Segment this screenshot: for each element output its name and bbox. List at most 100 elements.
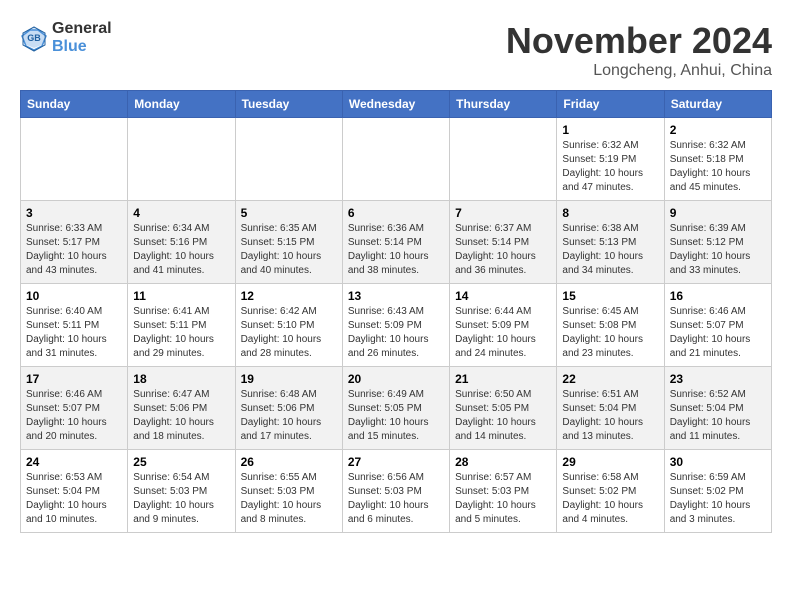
weekday-header-row: SundayMondayTuesdayWednesdayThursdayFrid… [21, 91, 772, 118]
weekday-header-thursday: Thursday [450, 91, 557, 118]
logo-text: General Blue [52, 20, 112, 56]
day-info: Sunrise: 6:38 AM Sunset: 5:13 PM Dayligh… [562, 222, 658, 278]
calendar-cell: 24 Sunrise: 6:53 AM Sunset: 5:04 PM Dayli… [21, 450, 128, 533]
day-info: Sunrise: 6:34 AM Sunset: 5:16 PM Dayligh… [133, 222, 229, 278]
day-number: 5 [241, 206, 337, 220]
day-number: 27 [348, 455, 444, 469]
calendar-cell: 26 Sunrise: 6:55 AM Sunset: 5:03 PM Dayli… [235, 450, 342, 533]
day-info: Sunrise: 6:49 AM Sunset: 5:05 PM Dayligh… [348, 388, 444, 444]
calendar-cell: 23 Sunrise: 6:52 AM Sunset: 5:04 PM Dayli… [664, 367, 771, 450]
calendar-week-row: 10Sunrise: 6:40 AM Sunset: 5:11 PM Dayli… [21, 284, 772, 367]
calendar-cell: 25 Sunrise: 6:54 AM Sunset: 5:03 PM Dayli… [128, 450, 235, 533]
day-info: Sunrise: 6:33 AM Sunset: 5:17 PM Dayligh… [26, 222, 122, 278]
title-block: November 2024 Longcheng, Anhui, China [506, 20, 772, 80]
day-info: Sunrise: 6:36 AM Sunset: 5:14 PM Dayligh… [348, 222, 444, 278]
day-info: Sunrise: 6:50 AM Sunset: 5:05 PM Dayligh… [455, 388, 551, 444]
day-number: 16 [670, 289, 766, 303]
day-number: 17 [26, 372, 122, 386]
day-number: 22 [562, 372, 658, 386]
day-number: 14 [455, 289, 551, 303]
day-info: Sunrise: 6:44 AM Sunset: 5:09 PM Dayligh… [455, 305, 551, 361]
page-header: GB General Blue November 2024 Longcheng,… [20, 20, 772, 80]
day-number: 11 [133, 289, 229, 303]
day-number: 2 [670, 123, 766, 137]
calendar-cell: 11 Sunrise: 6:41 AM Sunset: 5:11 PM Dayli… [128, 284, 235, 367]
day-info: Sunrise: 6:35 AM Sunset: 5:15 PM Dayligh… [241, 222, 337, 278]
calendar-cell: 4 Sunrise: 6:34 AM Sunset: 5:16 PM Daylig… [128, 201, 235, 284]
calendar-cell: 20 Sunrise: 6:49 AM Sunset: 5:05 PM Dayli… [342, 367, 449, 450]
day-info: Sunrise: 6:53 AM Sunset: 5:04 PM Dayligh… [26, 471, 122, 527]
calendar-cell: 13 Sunrise: 6:43 AM Sunset: 5:09 PM Dayli… [342, 284, 449, 367]
day-number: 8 [562, 206, 658, 220]
calendar-cell: 17 Sunrise: 6:46 AM Sunset: 5:07 PM Dayli… [21, 367, 128, 450]
day-number: 20 [348, 372, 444, 386]
calendar-cell: 28 Sunrise: 6:57 AM Sunset: 5:03 PM Dayli… [450, 450, 557, 533]
calendar-cell: 21Sunrise: 6:50 AM Sunset: 5:05 PM Dayli… [450, 367, 557, 450]
calendar-cell: 3 Sunrise: 6:33 AM Sunset: 5:17 PM Daylig… [21, 201, 128, 284]
day-info: Sunrise: 6:32 AM Sunset: 5:18 PM Dayligh… [670, 139, 766, 195]
day-number: 26 [241, 455, 337, 469]
logo: GB General Blue [20, 20, 112, 56]
day-number: 9 [670, 206, 766, 220]
day-info: Sunrise: 6:43 AM Sunset: 5:09 PM Dayligh… [348, 305, 444, 361]
day-info: Sunrise: 6:47 AM Sunset: 5:06 PM Dayligh… [133, 388, 229, 444]
weekday-header-sunday: Sunday [21, 91, 128, 118]
day-info: Sunrise: 6:39 AM Sunset: 5:12 PM Dayligh… [670, 222, 766, 278]
day-number: 24 [26, 455, 122, 469]
calendar-cell: 27Sunrise: 6:56 AM Sunset: 5:03 PM Dayli… [342, 450, 449, 533]
calendar-cell: 2 Sunrise: 6:32 AM Sunset: 5:18 PM Daylig… [664, 118, 771, 201]
calendar-cell: 5 Sunrise: 6:35 AM Sunset: 5:15 PM Daylig… [235, 201, 342, 284]
weekday-header-monday: Monday [128, 91, 235, 118]
weekday-header-saturday: Saturday [664, 91, 771, 118]
day-number: 10 [26, 289, 122, 303]
day-info: Sunrise: 6:32 AM Sunset: 5:19 PM Dayligh… [562, 139, 658, 195]
weekday-header-wednesday: Wednesday [342, 91, 449, 118]
calendar-cell: 12Sunrise: 6:42 AM Sunset: 5:10 PM Dayli… [235, 284, 342, 367]
day-info: Sunrise: 6:58 AM Sunset: 5:02 PM Dayligh… [562, 471, 658, 527]
calendar-cell: 19 Sunrise: 6:48 AM Sunset: 5:06 PM Dayli… [235, 367, 342, 450]
calendar-cell [342, 118, 449, 201]
day-number: 3 [26, 206, 122, 220]
calendar-cell [450, 118, 557, 201]
calendar-cell: 29 Sunrise: 6:58 AM Sunset: 5:02 PM Dayli… [557, 450, 664, 533]
calendar-cell [235, 118, 342, 201]
day-number: 29 [562, 455, 658, 469]
day-info: Sunrise: 6:55 AM Sunset: 5:03 PM Dayligh… [241, 471, 337, 527]
calendar-cell: 22 Sunrise: 6:51 AM Sunset: 5:04 PM Dayli… [557, 367, 664, 450]
calendar-cell: 10Sunrise: 6:40 AM Sunset: 5:11 PM Dayli… [21, 284, 128, 367]
day-number: 28 [455, 455, 551, 469]
day-number: 1 [562, 123, 658, 137]
day-number: 4 [133, 206, 229, 220]
calendar-table: SundayMondayTuesdayWednesdayThursdayFrid… [20, 90, 772, 533]
calendar-cell: 6Sunrise: 6:36 AM Sunset: 5:14 PM Daylig… [342, 201, 449, 284]
day-number: 30 [670, 455, 766, 469]
day-number: 12 [241, 289, 337, 303]
svg-text:GB: GB [27, 33, 41, 43]
day-number: 18 [133, 372, 229, 386]
day-number: 13 [348, 289, 444, 303]
calendar-week-row: 24 Sunrise: 6:53 AM Sunset: 5:04 PM Dayli… [21, 450, 772, 533]
calendar-cell [128, 118, 235, 201]
calendar-cell [21, 118, 128, 201]
day-info: Sunrise: 6:52 AM Sunset: 5:04 PM Dayligh… [670, 388, 766, 444]
calendar-cell: 8 Sunrise: 6:38 AM Sunset: 5:13 PM Daylig… [557, 201, 664, 284]
day-info: Sunrise: 6:45 AM Sunset: 5:08 PM Dayligh… [562, 305, 658, 361]
day-info: Sunrise: 6:41 AM Sunset: 5:11 PM Dayligh… [133, 305, 229, 361]
day-info: Sunrise: 6:57 AM Sunset: 5:03 PM Dayligh… [455, 471, 551, 527]
calendar-week-row: 17 Sunrise: 6:46 AM Sunset: 5:07 PM Dayli… [21, 367, 772, 450]
day-number: 23 [670, 372, 766, 386]
calendar-cell: 15Sunrise: 6:45 AM Sunset: 5:08 PM Dayli… [557, 284, 664, 367]
day-number: 19 [241, 372, 337, 386]
day-info: Sunrise: 6:54 AM Sunset: 5:03 PM Dayligh… [133, 471, 229, 527]
calendar-cell: 1 Sunrise: 6:32 AM Sunset: 5:19 PM Daylig… [557, 118, 664, 201]
calendar-week-row: 3 Sunrise: 6:33 AM Sunset: 5:17 PM Daylig… [21, 201, 772, 284]
day-info: Sunrise: 6:51 AM Sunset: 5:04 PM Dayligh… [562, 388, 658, 444]
day-info: Sunrise: 6:48 AM Sunset: 5:06 PM Dayligh… [241, 388, 337, 444]
calendar-cell: 9 Sunrise: 6:39 AM Sunset: 5:12 PM Daylig… [664, 201, 771, 284]
calendar-cell: 18 Sunrise: 6:47 AM Sunset: 5:06 PM Dayli… [128, 367, 235, 450]
day-number: 25 [133, 455, 229, 469]
calendar-week-row: 1 Sunrise: 6:32 AM Sunset: 5:19 PM Daylig… [21, 118, 772, 201]
day-info: Sunrise: 6:59 AM Sunset: 5:02 PM Dayligh… [670, 471, 766, 527]
day-info: Sunrise: 6:46 AM Sunset: 5:07 PM Dayligh… [26, 388, 122, 444]
day-info: Sunrise: 6:37 AM Sunset: 5:14 PM Dayligh… [455, 222, 551, 278]
